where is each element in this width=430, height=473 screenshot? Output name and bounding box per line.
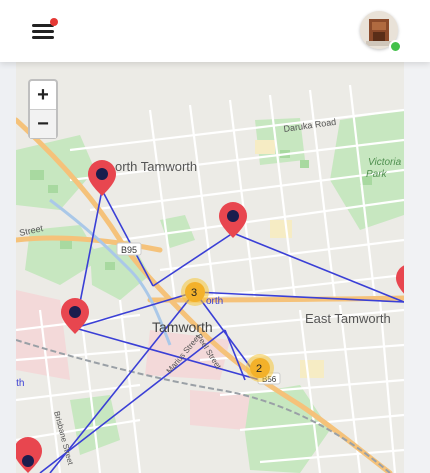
zoom-in-button[interactable]: + xyxy=(30,81,56,110)
label-victoria-park-2: Park xyxy=(366,169,388,180)
top-app-bar xyxy=(0,0,430,62)
label-north-tamworth: orth Tamworth xyxy=(115,159,197,174)
cluster-marker-3[interactable]: 3 xyxy=(181,278,209,306)
zoom-control: + − xyxy=(28,79,58,139)
cluster-3-count: 3 xyxy=(191,287,197,299)
page-right-margin xyxy=(404,62,430,473)
road-badge-b95-label: B95 xyxy=(121,245,137,255)
hamburger-menu-icon[interactable] xyxy=(30,18,58,42)
label-tamworth: Tamworth xyxy=(152,319,213,335)
label-east-tamworth: East Tamworth xyxy=(305,311,391,326)
zoom-out-button[interactable]: − xyxy=(30,110,56,138)
label-orth: orth xyxy=(206,296,223,307)
map-view[interactable]: orth Tamworth Tamworth East Tamworth Vic… xyxy=(16,62,404,473)
label-north-left: North xyxy=(16,378,24,389)
cluster-2-count: 2 xyxy=(256,363,262,375)
road-badge-b95: B95 xyxy=(116,242,142,256)
label-victoria-park-1: Victoria xyxy=(368,157,402,168)
online-status-dot xyxy=(389,40,402,53)
notification-dot xyxy=(50,18,58,26)
cluster-marker-2[interactable]: 2 xyxy=(246,354,274,382)
